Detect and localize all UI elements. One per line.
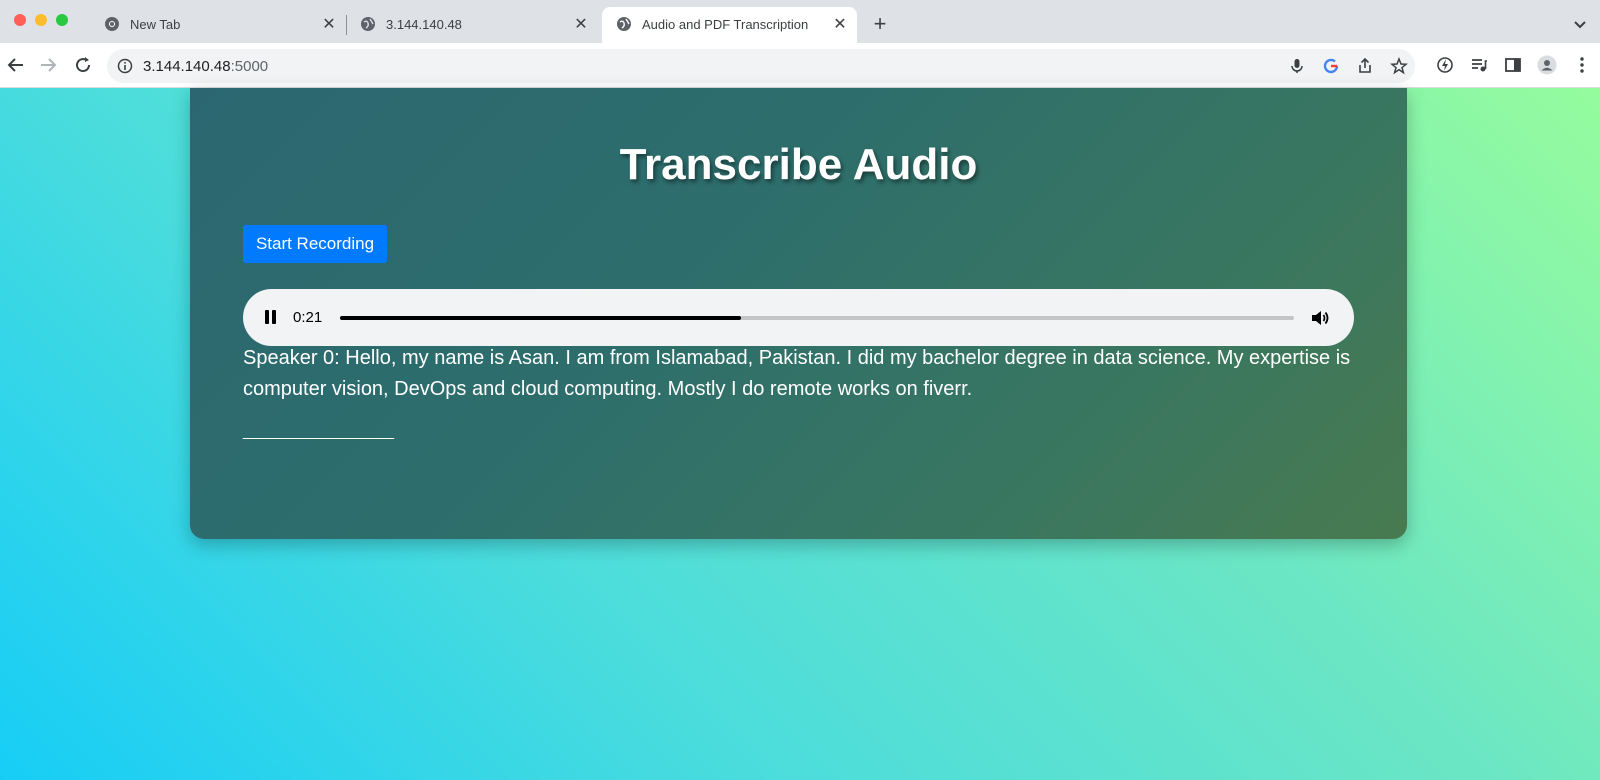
separator-line: ___________________ <box>243 423 394 440</box>
audio-progress-fill <box>340 316 741 320</box>
browser-tab-bar: New Tab ✕ 3.144.140.48 ✕ Audio and PDF T… <box>0 0 1600 43</box>
forward-arrow-icon[interactable] <box>36 53 60 77</box>
audio-progress-bar[interactable] <box>340 316 1294 320</box>
pause-icon[interactable] <box>263 309 279 325</box>
chrome-icon <box>105 17 119 31</box>
chevron-down-icon[interactable] <box>1570 14 1590 34</box>
url-port: :5000 <box>230 58 269 75</box>
address-bar[interactable]: 3.144.140.48:5000 <box>107 49 1415 83</box>
microphone-icon[interactable] <box>1288 57 1306 75</box>
google-lens-icon[interactable] <box>1322 57 1340 75</box>
tab-title: New Tab <box>130 17 181 32</box>
volume-icon[interactable] <box>1309 307 1331 329</box>
more-vertical-icon[interactable] <box>1572 55 1592 75</box>
tab-ip[interactable]: 3.144.140.48 ✕ <box>346 7 598 43</box>
transcription-card: Transcribe Audio Start Recording 0:21 Sp… <box>190 88 1407 539</box>
tab-title: 3.144.140.48 <box>386 17 462 32</box>
audio-current-time: 0:21 <box>293 309 323 326</box>
tab-audio-pdf-transcription[interactable]: Audio and PDF Transcription ✕ <box>602 7 857 43</box>
media-controls-icon[interactable] <box>1469 55 1489 75</box>
page-background: Transcribe Audio Start Recording 0:21 Sp… <box>0 88 1600 780</box>
globe-icon <box>361 17 375 31</box>
page-title: Transcribe Audio <box>619 140 978 189</box>
tab-new-tab[interactable]: New Tab ✕ <box>90 7 346 43</box>
transcript-text: Speaker 0: Hello, my name is Asan. I am … <box>243 347 1351 400</box>
audio-player[interactable]: 0:21 <box>243 289 1354 346</box>
minimize-window-button[interactable] <box>35 14 47 26</box>
close-icon[interactable]: ✕ <box>572 16 590 34</box>
tab-title: Audio and PDF Transcription <box>642 17 809 32</box>
reload-icon[interactable] <box>71 53 95 77</box>
url-host: 3.144.140.48 <box>143 58 231 75</box>
bookmark-star-icon[interactable] <box>1390 57 1408 75</box>
globe-icon <box>617 17 631 31</box>
side-panel-icon[interactable] <box>1503 55 1523 75</box>
performance-icon[interactable] <box>1435 55 1455 75</box>
new-tab-button[interactable]: + <box>868 13 892 37</box>
browser-toolbar: 3.144.140.48:5000 <box>0 43 1600 88</box>
maximize-window-button[interactable] <box>56 14 68 26</box>
profile-avatar-icon[interactable] <box>1537 55 1557 75</box>
start-recording-button[interactable]: Start Recording <box>243 225 387 263</box>
url-text: 3.144.140.48:5000 <box>143 58 268 75</box>
back-arrow-icon[interactable] <box>4 53 28 77</box>
close-icon[interactable]: ✕ <box>320 16 338 34</box>
close-icon[interactable]: ✕ <box>831 16 849 34</box>
close-window-button[interactable] <box>14 14 26 26</box>
share-icon[interactable] <box>1356 57 1374 75</box>
info-icon[interactable] <box>117 58 133 74</box>
